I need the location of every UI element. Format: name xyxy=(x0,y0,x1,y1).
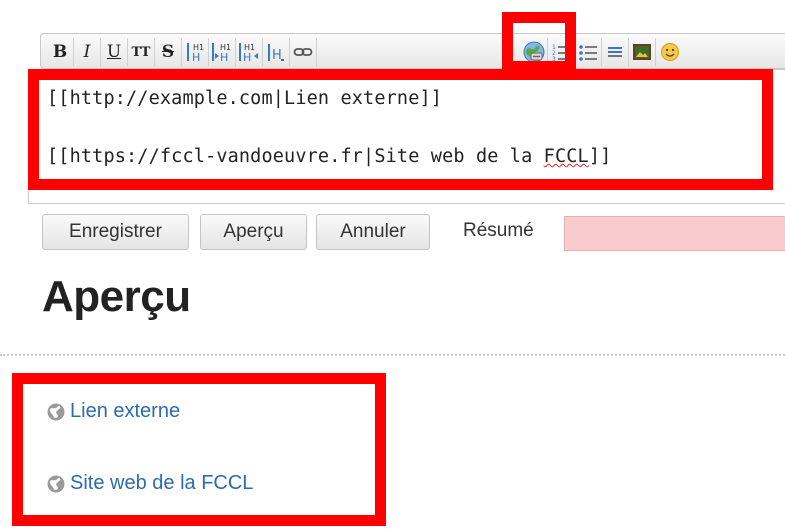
horizontal-rule-icon xyxy=(608,47,622,57)
svg-text:H: H xyxy=(192,51,200,63)
link-icon xyxy=(293,48,313,56)
heading-lower-level-icon: H1 H xyxy=(212,43,231,63)
heading-menu-icon: H xyxy=(268,44,284,63)
misspelled-word: FCCL xyxy=(543,146,589,167)
editor-line-2-start: [[https://fccl-vandoeuvre.fr|Site web de… xyxy=(47,146,544,167)
wiki-editor-textarea[interactable]: [[http://example.com|Lien externe]] [[ht… xyxy=(28,69,785,204)
editor-line-1: [[http://example.com|Lien externe]] xyxy=(47,88,443,109)
unordered-list-button[interactable] xyxy=(575,38,602,66)
editor-toolbar: B I U TT S H1 H H1 H H1 H H 1 2 3 xyxy=(40,33,785,69)
smiley-button[interactable] xyxy=(656,38,683,66)
save-button[interactable]: Enregistrer xyxy=(42,214,189,250)
image-button[interactable] xyxy=(629,38,656,66)
preview-divider xyxy=(0,354,785,356)
svg-text:H: H xyxy=(272,48,282,63)
image-icon xyxy=(633,44,651,60)
italic-button[interactable]: I xyxy=(74,38,101,66)
preview-title: Aperçu xyxy=(42,272,191,321)
external-link-2[interactable]: Site web de la FCCL xyxy=(46,472,253,495)
editor-line-2-end: ]] xyxy=(588,146,612,167)
underline-button[interactable]: U xyxy=(101,38,128,66)
svg-text:H: H xyxy=(220,51,228,63)
external-link-1[interactable]: Lien externe xyxy=(46,400,180,423)
heading-same-level-button[interactable]: H1 H xyxy=(182,38,209,66)
strikethrough-button[interactable]: S xyxy=(155,38,182,66)
smiley-icon xyxy=(660,43,679,61)
cancel-button[interactable]: Annuler xyxy=(316,214,430,250)
monospace-button[interactable]: TT xyxy=(128,38,155,66)
horizontal-rule-button[interactable] xyxy=(602,38,629,66)
globe-icon xyxy=(47,403,65,420)
ordered-list-icon: 1 2 3 xyxy=(552,44,570,62)
external-link-button[interactable] xyxy=(521,38,548,66)
highlight-preview-links xyxy=(12,373,386,526)
external-link-icon xyxy=(523,41,545,63)
svg-text:H: H xyxy=(243,51,251,63)
heading-same-level-icon: H1 H xyxy=(187,43,204,63)
external-link-1-label: Lien externe xyxy=(70,400,181,422)
link-button[interactable] xyxy=(290,38,317,66)
preview-button[interactable]: Aperçu xyxy=(200,214,307,250)
external-link-2-label: Site web de la FCCL xyxy=(70,472,254,494)
globe-icon xyxy=(47,475,65,492)
unordered-list-icon xyxy=(579,45,597,61)
heading-higher-level-icon: H1 H xyxy=(239,43,258,63)
ordered-list-button[interactable]: 1 2 3 xyxy=(548,38,575,66)
heading-menu-button[interactable]: H xyxy=(263,38,290,66)
svg-text:3: 3 xyxy=(552,56,556,62)
summary-label: Résumé xyxy=(463,220,534,241)
editor-line-2: [[https://fccl-vandoeuvre.fr|Site web de… xyxy=(47,146,611,167)
heading-higher-level-button[interactable]: H1 H xyxy=(236,38,263,66)
bold-button[interactable]: B xyxy=(47,38,74,66)
summary-input[interactable] xyxy=(564,216,785,251)
heading-lower-level-button[interactable]: H1 H xyxy=(209,38,236,66)
